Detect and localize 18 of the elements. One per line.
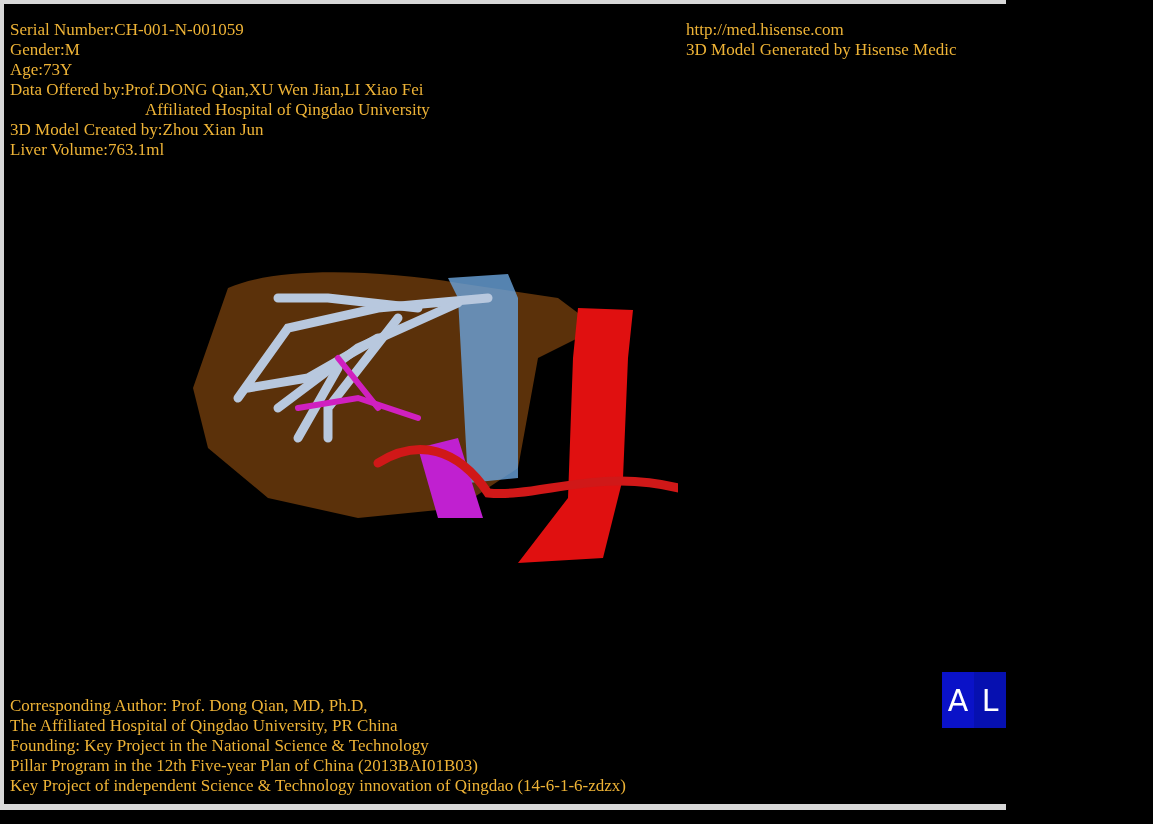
credits-text: The Affiliated Hospital of Qingdao University, PR China [10, 716, 399, 736]
orientation-cube[interactable]: A L [942, 672, 1006, 728]
cube-face-label: A [946, 681, 970, 720]
credits-text: Pillar Program in the 12th Five-year Plan of China (2013BAI01B03) [10, 756, 479, 776]
patient-info-text: Data Offered by:Prof.DONG Qian,XU Wen Jian,LI Xiao Fei [10, 80, 425, 100]
patient-info-text: Liver Volume:763.1ml [10, 140, 166, 160]
generator-info-text: http://med.hisense.com [686, 20, 845, 40]
patient-info-text: 3D Model Created by:Zhou Xian Jun [10, 120, 265, 140]
credits-text: Corresponding Author: Prof. Dong Qian, MD, Ph.D, [10, 696, 369, 716]
patient-info-text: Age:73Y [10, 60, 74, 80]
credits-text: Founding: Key Project in the National Science & Technology [10, 736, 430, 756]
generator-info-text: 3D Model Generated by Hisense Medic [686, 40, 958, 60]
patient-info-text: Affiliated Hospital of Qingdao University [144, 100, 430, 120]
patient-info-text: Serial Number:CH-001-N-001059 [10, 20, 245, 40]
patient-info-text: Gender:M [10, 40, 81, 60]
cube-face-label: L [980, 681, 1000, 720]
credits-text: Key Project of independent Science & Technology innovation of Qingdao (14-6-1-6-zdzx) [10, 776, 626, 796]
3d-viewport[interactable] [0, 0, 1006, 810]
